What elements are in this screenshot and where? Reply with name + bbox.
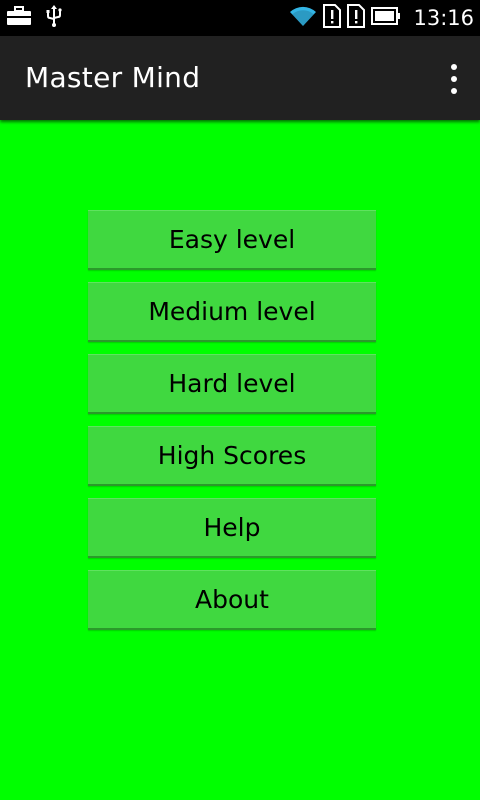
medium-level-button[interactable]: Medium level [88,282,376,342]
status-right-icons: 13:16 [289,4,474,32]
overflow-dot [451,64,457,70]
easy-level-button[interactable]: Easy level [88,210,376,270]
main-menu: Easy level Medium level Hard level High … [88,210,376,642]
wifi-icon [289,5,317,31]
help-button[interactable]: Help [88,498,376,558]
hard-level-button[interactable]: Hard level [88,354,376,414]
app-title: Master Mind [25,61,201,94]
status-left-icons [6,5,62,31]
action-bar: Master Mind [0,36,480,120]
high-scores-button[interactable]: High Scores [88,426,376,486]
status-bar: 13:16 [0,0,480,36]
sim-alert-icon [347,4,366,32]
usb-icon [46,5,62,31]
app-screen: 13:16 Master Mind Easy level Medium leve… [0,0,480,800]
sim-alert-icon [323,4,342,32]
overflow-dot [451,76,457,82]
briefcase-icon [6,6,32,30]
overflow-dot [451,88,457,94]
battery-icon [371,7,401,29]
status-time: 13:16 [413,6,474,30]
overflow-menu-icon[interactable] [442,64,466,94]
about-button[interactable]: About [88,570,376,630]
